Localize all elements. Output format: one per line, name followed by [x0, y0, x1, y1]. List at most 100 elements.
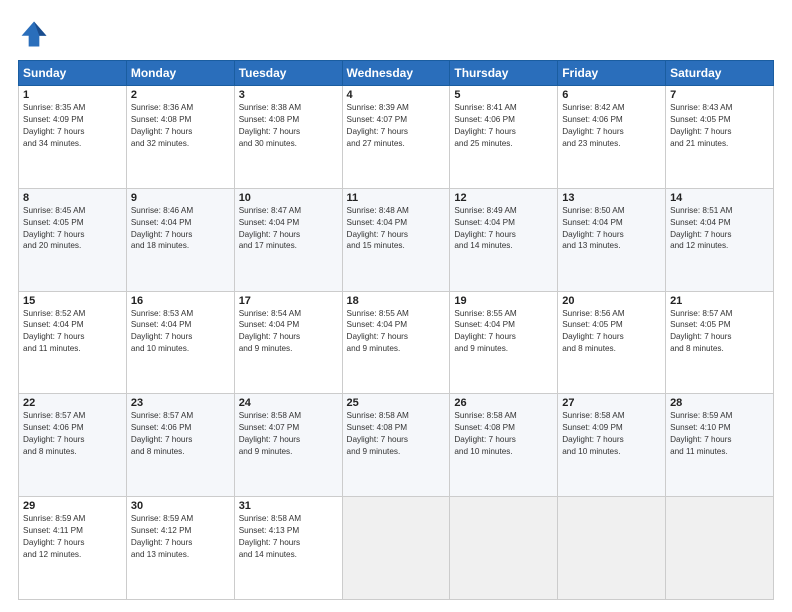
day-cell-14: 14Sunrise: 8:51 AMSunset: 4:04 PMDayligh… [666, 188, 774, 291]
empty-cell [450, 497, 558, 600]
day-number: 6 [562, 89, 661, 101]
day-number: 25 [347, 397, 446, 409]
day-info: Sunrise: 8:45 AMSunset: 4:05 PMDaylight:… [23, 205, 122, 253]
day-number: 20 [562, 295, 661, 307]
day-cell-24: 24Sunrise: 8:58 AMSunset: 4:07 PMDayligh… [234, 394, 342, 497]
weekday-monday: Monday [126, 61, 234, 86]
calendar-week-4: 22 Sunrise: 8:57 AMSunset: 4:06 PMDayligh… [19, 394, 774, 497]
day-cell-5: 5Sunrise: 8:41 AMSunset: 4:06 PMDaylight… [450, 86, 558, 189]
logo-icon [18, 18, 50, 50]
weekday-saturday: Saturday [666, 61, 774, 86]
day-number: 31 [239, 500, 338, 512]
day-info: Sunrise: 8:57 AMSunset: 4:06 PMDaylight:… [131, 410, 230, 458]
day-cell-9: 9Sunrise: 8:46 AMSunset: 4:04 PMDaylight… [126, 188, 234, 291]
calendar-table: SundayMondayTuesdayWednesdayThursdayFrid… [18, 60, 774, 600]
day-number: 10 [239, 192, 338, 204]
day-info: Sunrise: 8:59 AMSunset: 4:12 PMDaylight:… [131, 513, 230, 561]
day-number: 23 [131, 397, 230, 409]
day-info: Sunrise: 8:51 AMSunset: 4:04 PMDaylight:… [670, 205, 769, 253]
day-number: 22 [23, 397, 122, 409]
day-number: 29 [23, 500, 122, 512]
calendar-week-3: 15Sunrise: 8:52 AMSunset: 4:04 PMDayligh… [19, 291, 774, 394]
day-info: Sunrise: 8:41 AMSunset: 4:06 PMDaylight:… [454, 102, 553, 150]
day-cell-26: 26Sunrise: 8:58 AMSunset: 4:08 PMDayligh… [450, 394, 558, 497]
day-info: Sunrise: 8:55 AMSunset: 4:04 PMDaylight:… [347, 308, 446, 356]
day-info: Sunrise: 8:48 AMSunset: 4:04 PMDaylight:… [347, 205, 446, 253]
calendar-week-2: 8Sunrise: 8:45 AMSunset: 4:05 PMDaylight… [19, 188, 774, 291]
day-cell-11: 11Sunrise: 8:48 AMSunset: 4:04 PMDayligh… [342, 188, 450, 291]
empty-cell [666, 497, 774, 600]
day-info: Sunrise: 8:42 AMSunset: 4:06 PMDaylight:… [562, 102, 661, 150]
day-number: 26 [454, 397, 553, 409]
day-info: Sunrise: 8:58 AMSunset: 4:08 PMDaylight:… [454, 410, 553, 458]
day-number: 30 [131, 500, 230, 512]
calendar-header: SundayMondayTuesdayWednesdayThursdayFrid… [19, 61, 774, 86]
day-cell-19: 19Sunrise: 8:55 AMSunset: 4:04 PMDayligh… [450, 291, 558, 394]
day-info: Sunrise: 8:55 AMSunset: 4:04 PMDaylight:… [454, 308, 553, 356]
calendar-body: 1Sunrise: 8:35 AMSunset: 4:09 PMDaylight… [19, 86, 774, 600]
header [18, 18, 774, 50]
day-info: Sunrise: 8:59 AMSunset: 4:10 PMDaylight:… [670, 410, 769, 458]
day-number: 15 [23, 295, 122, 307]
day-number: 8 [23, 192, 122, 204]
day-info: Sunrise: 8:50 AMSunset: 4:04 PMDaylight:… [562, 205, 661, 253]
day-cell-10: 10Sunrise: 8:47 AMSunset: 4:04 PMDayligh… [234, 188, 342, 291]
day-info: Sunrise: 8:58 AMSunset: 4:09 PMDaylight:… [562, 410, 661, 458]
day-info: Sunrise: 8:56 AMSunset: 4:05 PMDaylight:… [562, 308, 661, 356]
day-cell-2: 2Sunrise: 8:36 AMSunset: 4:08 PMDaylight… [126, 86, 234, 189]
day-cell-13: 13Sunrise: 8:50 AMSunset: 4:04 PMDayligh… [558, 188, 666, 291]
day-cell-23: 23Sunrise: 8:57 AMSunset: 4:06 PMDayligh… [126, 394, 234, 497]
day-cell-6: 6Sunrise: 8:42 AMSunset: 4:06 PMDaylight… [558, 86, 666, 189]
day-cell-21: 21Sunrise: 8:57 AMSunset: 4:05 PMDayligh… [666, 291, 774, 394]
weekday-sunday: Sunday [19, 61, 127, 86]
day-number: 17 [239, 295, 338, 307]
day-info: Sunrise: 8:43 AMSunset: 4:05 PMDaylight:… [670, 102, 769, 150]
day-info: Sunrise: 8:53 AMSunset: 4:04 PMDaylight:… [131, 308, 230, 356]
calendar-week-1: 1Sunrise: 8:35 AMSunset: 4:09 PMDaylight… [19, 86, 774, 189]
day-info: Sunrise: 8:58 AMSunset: 4:13 PMDaylight:… [239, 513, 338, 561]
day-number: 9 [131, 192, 230, 204]
day-info: Sunrise: 8:38 AMSunset: 4:08 PMDaylight:… [239, 102, 338, 150]
day-number: 19 [454, 295, 553, 307]
day-cell-16: 16Sunrise: 8:53 AMSunset: 4:04 PMDayligh… [126, 291, 234, 394]
day-cell-30: 30Sunrise: 8:59 AMSunset: 4:12 PMDayligh… [126, 497, 234, 600]
day-cell-7: 7Sunrise: 8:43 AMSunset: 4:05 PMDaylight… [666, 86, 774, 189]
day-info: Sunrise: 8:59 AMSunset: 4:11 PMDaylight:… [23, 513, 122, 561]
logo [18, 18, 54, 50]
weekday-tuesday: Tuesday [234, 61, 342, 86]
day-cell-31: 31Sunrise: 8:58 AMSunset: 4:13 PMDayligh… [234, 497, 342, 600]
day-cell-15: 15Sunrise: 8:52 AMSunset: 4:04 PMDayligh… [19, 291, 127, 394]
day-cell-25: 25Sunrise: 8:58 AMSunset: 4:08 PMDayligh… [342, 394, 450, 497]
day-cell-27: 27Sunrise: 8:58 AMSunset: 4:09 PMDayligh… [558, 394, 666, 497]
day-number: 1 [23, 89, 122, 101]
day-info: Sunrise: 8:58 AMSunset: 4:07 PMDaylight:… [239, 410, 338, 458]
weekday-wednesday: Wednesday [342, 61, 450, 86]
day-info: Sunrise: 8:52 AMSunset: 4:04 PMDaylight:… [23, 308, 122, 356]
day-cell-17: 17Sunrise: 8:54 AMSunset: 4:04 PMDayligh… [234, 291, 342, 394]
day-info: Sunrise: 8:36 AMSunset: 4:08 PMDaylight:… [131, 102, 230, 150]
empty-cell [558, 497, 666, 600]
day-cell-20: 20Sunrise: 8:56 AMSunset: 4:05 PMDayligh… [558, 291, 666, 394]
day-number: 27 [562, 397, 661, 409]
day-number: 7 [670, 89, 769, 101]
day-info: Sunrise: 8:47 AMSunset: 4:04 PMDaylight:… [239, 205, 338, 253]
day-info: Sunrise: 8:46 AMSunset: 4:04 PMDaylight:… [131, 205, 230, 253]
day-cell-3: 3Sunrise: 8:38 AMSunset: 4:08 PMDaylight… [234, 86, 342, 189]
day-number: 3 [239, 89, 338, 101]
weekday-header-row: SundayMondayTuesdayWednesdayThursdayFrid… [19, 61, 774, 86]
weekday-thursday: Thursday [450, 61, 558, 86]
day-number: 5 [454, 89, 553, 101]
day-cell-28: 28Sunrise: 8:59 AMSunset: 4:10 PMDayligh… [666, 394, 774, 497]
day-cell-18: 18Sunrise: 8:55 AMSunset: 4:04 PMDayligh… [342, 291, 450, 394]
day-cell-22: 22Sunrise: 8:57 AMSunset: 4:06 PMDayligh… [19, 394, 127, 497]
empty-cell [342, 497, 450, 600]
day-info: Sunrise: 8:58 AMSunset: 4:08 PMDaylight:… [347, 410, 446, 458]
day-cell-12: 12Sunrise: 8:49 AMSunset: 4:04 PMDayligh… [450, 188, 558, 291]
day-number: 18 [347, 295, 446, 307]
day-number: 16 [131, 295, 230, 307]
day-cell-29: 29Sunrise: 8:59 AMSunset: 4:11 PMDayligh… [19, 497, 127, 600]
weekday-friday: Friday [558, 61, 666, 86]
day-info: Sunrise: 8:39 AMSunset: 4:07 PMDaylight:… [347, 102, 446, 150]
page: SundayMondayTuesdayWednesdayThursdayFrid… [0, 0, 792, 612]
day-info: Sunrise: 8:57 AMSunset: 4:05 PMDaylight:… [670, 308, 769, 356]
